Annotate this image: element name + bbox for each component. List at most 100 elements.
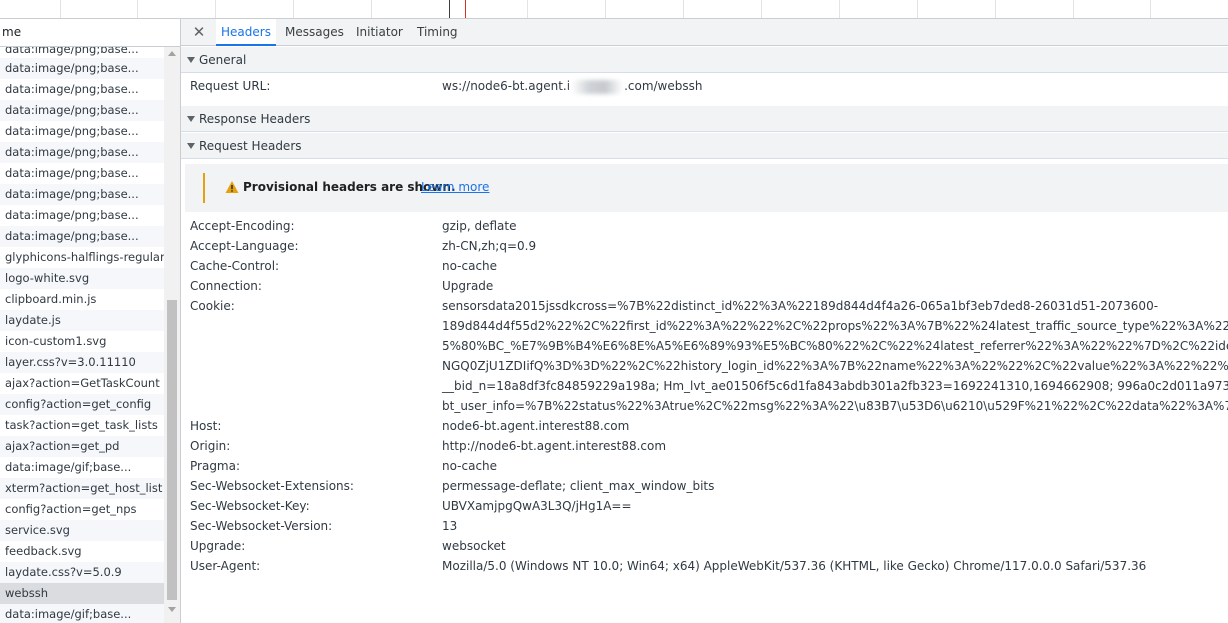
cookie-value-line: NGQ0ZjU1ZDIifQ%3D%3D%22%2C%22history_log…: [442, 359, 1228, 373]
list-item[interactable]: data:image/png;base...: [0, 142, 164, 163]
header-value: permessage-deflate; client_max_window_bi…: [442, 479, 715, 493]
request-headers-section-header[interactable]: Request Headers: [181, 133, 1228, 159]
request-url-prefix: ws://node6-bt.agent.i: [442, 79, 571, 93]
list-item[interactable]: feedback.svg: [0, 541, 164, 562]
response-headers-section-header[interactable]: Response Headers: [181, 106, 1228, 132]
list-item[interactable]: ajax?action=get_pd: [0, 436, 164, 457]
timeline-overview[interactable]: [0, 0, 1228, 19]
request-headers-title: Request Headers: [199, 139, 302, 153]
header-value: 13: [442, 519, 458, 533]
list-item[interactable]: laydate.js: [0, 310, 164, 331]
list-item-selected[interactable]: webssh: [0, 583, 164, 604]
list-item[interactable]: data:image/gif;base...: [0, 457, 164, 478]
list-item[interactable]: config?action=get_nps: [0, 499, 164, 520]
request-detail-pane: ✕ Headers Messages Initiator Timing Gene…: [181, 19, 1228, 623]
list-item[interactable]: data:image/png;base...: [0, 184, 164, 205]
header-name: Upgrade:: [190, 539, 246, 553]
timeline-gridline: [839, 0, 840, 18]
list-item[interactable]: laydate.css?v=5.0.9: [0, 562, 164, 583]
close-icon[interactable]: ✕: [191, 23, 207, 41]
timeline-gridline: [995, 0, 996, 18]
timeline-gridline: [60, 0, 61, 18]
scroll-down-icon[interactable]: [168, 607, 176, 612]
header-value: http://node6-bt.agent.interest88.com: [442, 439, 667, 453]
header-row: Sec-Websocket-Key: UBVXamjpgQwA3L3Q/jHg1A…: [190, 496, 1228, 516]
header-row: Accept-Language: zh-CN,zh;q=0.9: [190, 236, 1228, 256]
header-row: Accept-Encoding: gzip, deflate: [190, 216, 1228, 236]
list-item[interactable]: data:image/png;base...: [0, 121, 164, 142]
cookie-value-line: 189d844d4f55d2%22%2C%22first_id%22%3A%22…: [442, 319, 1228, 333]
request-url-label: Request URL:: [190, 79, 271, 93]
header-row: Host: node6-bt.agent.interest88.com: [190, 416, 1228, 436]
list-item[interactable]: task?action=get_task_lists: [0, 415, 164, 436]
list-item[interactable]: service.svg: [0, 520, 164, 541]
detail-tabbar: ✕ Headers Messages Initiator Timing: [181, 19, 1228, 46]
header-row: Cache-Control: no-cache: [190, 256, 1228, 276]
list-item[interactable]: data:image/png;base...: [0, 100, 164, 121]
triangle-down-icon: [187, 143, 195, 149]
list-item[interactable]: logo-white.svg: [0, 268, 164, 289]
list-item[interactable]: data:image/png;base...: [0, 205, 164, 226]
scroll-up-icon[interactable]: [168, 51, 176, 56]
list-item[interactable]: data:image/png;base...: [0, 226, 164, 247]
header-name: Accept-Language:: [190, 239, 299, 253]
triangle-down-icon: [187, 57, 195, 63]
list-item[interactable]: data:image/gif;base...: [0, 604, 164, 623]
timeline-load-marker: [465, 0, 466, 18]
request-url-value: ws://node6-bt.agent.i .com/webssh: [442, 76, 702, 96]
list-item[interactable]: config?action=get_config: [0, 394, 164, 415]
request-list-scrollbar[interactable]: [164, 47, 180, 623]
list-item[interactable]: data:image/png;base...: [0, 79, 164, 100]
list-item[interactable]: clipboard.min.js: [0, 289, 164, 310]
provisional-headers-warning: Provisional headers are shown. Learn mor…: [185, 164, 1228, 212]
header-value: websocket: [442, 539, 506, 553]
learn-more-link[interactable]: Learn more: [421, 178, 489, 196]
timeline-gridline: [605, 0, 606, 18]
timeline-gridline: [371, 0, 372, 18]
header-name: Sec-Websocket-Key:: [190, 499, 310, 513]
timeline-gridline: [1150, 0, 1151, 18]
timeline-gridline: [137, 0, 138, 18]
timeline-gridline: [761, 0, 762, 18]
tab-messages[interactable]: Messages: [284, 19, 345, 46]
cookie-value-line: 5%80%BC_%E7%9B%B4%E6%8E%A5%E6%89%93%E5%B…: [442, 339, 1228, 353]
timeline-gridline: [293, 0, 294, 18]
header-value: UBVXamjpgQwA3L3Q/jHg1A==: [442, 499, 632, 513]
warning-accent-bar: [203, 173, 205, 203]
request-rows: data:image/png;base... data:image/png;bas…: [0, 47, 164, 623]
header-name: User-Agent:: [190, 559, 261, 573]
tab-timing[interactable]: Timing: [416, 19, 459, 46]
warning-icon: [225, 181, 239, 193]
header-row: Sec-Websocket-Version: 13: [190, 516, 1228, 536]
list-item[interactable]: glyphicons-halflings-regular...: [0, 247, 164, 268]
header-name: Cookie:: [190, 299, 235, 313]
request-url-suffix: .com/webssh: [624, 79, 703, 93]
header-name: Connection:: [190, 279, 262, 293]
timeline-gridline: [527, 0, 528, 18]
header-row: Pragma: no-cache: [190, 456, 1228, 476]
redacted-blur: [571, 79, 624, 94]
triangle-down-icon: [187, 116, 195, 122]
tab-initiator[interactable]: Initiator: [355, 19, 404, 46]
name-column-header[interactable]: me: [0, 19, 180, 47]
header-name: Sec-Websocket-Extensions:: [190, 479, 354, 493]
list-item[interactable]: icon-custom1.svg: [0, 331, 164, 352]
timeline-gridline: [917, 0, 918, 18]
scrollbar-thumb[interactable]: [167, 300, 177, 600]
timeline-gridline: [1073, 0, 1074, 18]
timeline-gridline: [683, 0, 684, 18]
request-url-row: Request URL: ws://node6-bt.agent.i .com/w…: [190, 76, 1228, 96]
header-value: zh-CN,zh;q=0.9: [442, 239, 537, 253]
list-item[interactable]: xterm?action=get_host_list: [0, 478, 164, 499]
request-list: me data:image/png;base... data:image/png;…: [0, 19, 181, 623]
header-row: Upgrade: websocket: [190, 536, 1228, 556]
list-item[interactable]: data:image/png;base...: [0, 163, 164, 184]
header-value: Mozilla/5.0 (Windows NT 10.0; Win64; x64…: [442, 559, 1147, 573]
tab-headers[interactable]: Headers: [216, 19, 276, 46]
list-item[interactable]: data:image/png;base...: [0, 47, 164, 58]
general-section-header[interactable]: General: [181, 47, 1228, 73]
list-item[interactable]: ajax?action=GetTaskCount: [0, 373, 164, 394]
list-item[interactable]: layer.css?v=3.0.11110: [0, 352, 164, 373]
list-item[interactable]: data:image/png;base...: [0, 58, 164, 79]
general-section-title: General: [199, 53, 247, 67]
